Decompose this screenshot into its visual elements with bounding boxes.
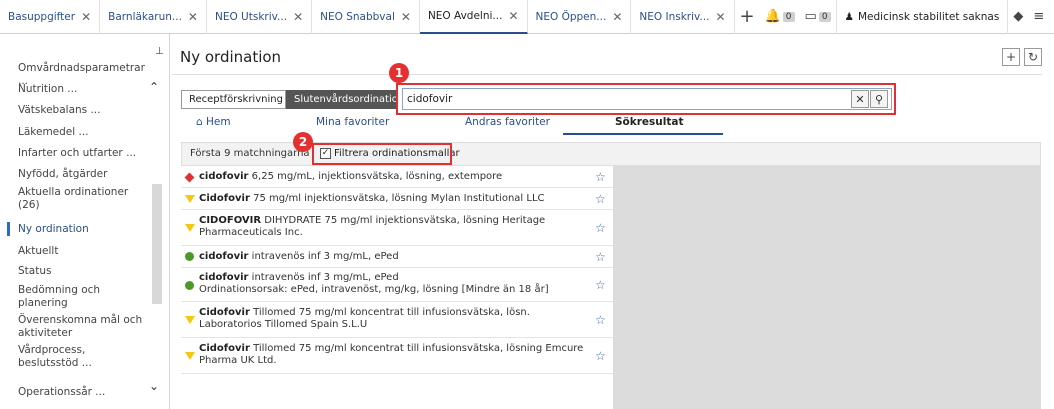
- sidebar-item-aktuella-ordinationer[interactable]: Aktuella ordinationer (26): [18, 186, 148, 212]
- active-item-marker: [7, 222, 10, 236]
- divider: [172, 74, 1042, 75]
- slutenvardsordination-button[interactable]: Slutenvårdsordination: [286, 90, 404, 109]
- star-icon[interactable]: ☆: [595, 349, 606, 363]
- refresh-icon[interactable]: ↻: [1024, 48, 1042, 66]
- close-icon[interactable]: ✕: [401, 10, 411, 24]
- tab-label: Basuppgifter: [8, 10, 76, 23]
- page-title: Ny ordination: [180, 48, 282, 66]
- close-icon[interactable]: ✕: [508, 9, 518, 23]
- star-icon[interactable]: ☆: [595, 278, 606, 292]
- status-triangle-icon: [185, 316, 195, 324]
- annotation-box-search: [396, 83, 896, 115]
- result-text: Cidofovir Tillomed 75 mg/ml koncentrat t…: [199, 307, 530, 330]
- menu-icon[interactable]: ≡: [1028, 0, 1049, 34]
- status-diamond-icon: [184, 172, 195, 183]
- sidebar-item-ny-ordination[interactable]: Ny ordination: [18, 223, 148, 236]
- list-item[interactable]: CIDOFOVIR DIHYDRATE 75 mg/ml injektionsv…: [181, 210, 613, 246]
- tab-label: NEO Utskriv...: [214, 10, 288, 23]
- annotation-box-filter: [312, 143, 452, 165]
- tag-icon[interactable]: ◆: [1008, 0, 1028, 34]
- star-icon[interactable]: ☆: [595, 250, 606, 264]
- tab-neo-oppen[interactable]: NEO Öppen... ✕: [528, 0, 632, 34]
- status-circle-icon: [185, 281, 194, 290]
- bell-icon[interactable]: 🔔 0: [760, 0, 800, 34]
- add-button[interactable]: +: [1002, 48, 1020, 66]
- star-icon[interactable]: ☆: [595, 221, 606, 235]
- sidebar-item-operationssar[interactable]: Operationssår ...: [18, 386, 148, 399]
- annotation-marker-2: 2: [293, 132, 313, 152]
- tab-neo-inskriv[interactable]: NEO Inskriv... ✕: [631, 0, 735, 34]
- close-icon[interactable]: ✕: [715, 10, 725, 24]
- inbox-count: 0: [818, 11, 831, 22]
- result-text: Cidofovir 75 mg/ml injektionsvätska, lös…: [199, 193, 545, 204]
- tab-neo-utskriv[interactable]: NEO Utskriv... ✕: [207, 0, 313, 34]
- sidebar-item-aktuellt[interactable]: Aktuellt: [18, 245, 148, 258]
- sidebar: ⊥ ⌃ Omvårdnadsparametrar ... Nutrition .…: [0, 34, 170, 409]
- tab-neo-snabbval[interactable]: NEO Snabbval ✕: [312, 0, 420, 34]
- tab-barnlakarun[interactable]: Barnläkarun... ✕: [100, 0, 207, 34]
- sidebar-item-nutrition[interactable]: Nutrition ...: [18, 83, 148, 96]
- result-text: Cidofovir Tillomed 75 mg/ml koncentrat t…: [199, 343, 584, 366]
- tab-label: NEO Öppen...: [535, 10, 607, 23]
- list-item[interactable]: Cidofovir Tillomed 75 mg/ml koncentrat t…: [181, 338, 613, 374]
- tab-sokresultat[interactable]: Sökresultat: [615, 116, 684, 128]
- detail-panel: [613, 166, 1041, 409]
- result-text: CIDOFOVIR DIHYDRATE 75 mg/ml injektionsv…: [199, 215, 546, 238]
- tab-label: NEO Snabbval: [320, 10, 395, 23]
- sidebar-scrollbar[interactable]: [152, 184, 162, 304]
- sidebar-item-nyfodd[interactable]: Nyfödd, åtgärder: [18, 168, 148, 181]
- tab-andras-favoriter[interactable]: Andras favoriter: [465, 116, 550, 128]
- tab-basuppgifter[interactable]: Basuppgifter ✕: [0, 0, 101, 34]
- tab-neo-avdelning[interactable]: NEO Avdelni... ✕: [419, 0, 528, 34]
- active-tab-underline: [563, 133, 723, 135]
- tab-hem[interactable]: ⌂ Hem: [196, 116, 231, 128]
- tab-mina-favoriter[interactable]: Mina favoriter: [316, 116, 389, 128]
- status-triangle-icon: [185, 352, 195, 360]
- sidebar-item-vardprocess[interactable]: Vårdprocess, beslutsstöd ...: [18, 344, 148, 370]
- results-list: cidofovir 6,25 mg/mL, injektionsvätska, …: [181, 166, 1041, 409]
- close-icon[interactable]: ✕: [612, 10, 622, 24]
- result-text: cidofovir intravenös inf 3 mg/mL, ePed Or…: [199, 272, 549, 295]
- list-item[interactable]: cidofovir intravenös inf 3 mg/mL, ePed Or…: [181, 268, 613, 302]
- pin-icon[interactable]: ⊥: [155, 46, 164, 57]
- sidebar-item-status[interactable]: Status: [18, 265, 148, 278]
- notification-count: 0: [782, 11, 795, 22]
- home-icon: ⌂: [196, 116, 207, 128]
- close-icon[interactable]: ✕: [188, 10, 198, 24]
- patient-warning-label: Medicinsk stabilitet saknas: [857, 10, 1000, 23]
- close-icon[interactable]: ✕: [81, 10, 91, 24]
- inbox-icon[interactable]: ▭ 0: [800, 0, 836, 34]
- status-triangle-icon: [185, 224, 195, 232]
- list-item[interactable]: cidofovir 6,25 mg/mL, injektionsvätska, …: [181, 166, 613, 188]
- tab-label: NEO Inskriv...: [639, 10, 710, 23]
- person-icon: ♟: [844, 10, 854, 23]
- status-circle-icon: [185, 252, 194, 261]
- tab-hem-label: Hem: [206, 116, 231, 128]
- sidebar-item-overenskomna-mal[interactable]: Överenskomna mål och aktiviteter: [18, 314, 148, 340]
- tab-label: NEO Avdelni...: [427, 9, 503, 22]
- result-text: cidofovir 6,25 mg/mL, injektionsvätska, …: [199, 171, 503, 182]
- add-tab-button[interactable]: +: [735, 0, 760, 34]
- list-item[interactable]: Cidofovir Tillomed 75 mg/ml koncentrat t…: [181, 302, 613, 338]
- sidebar-item-infarter[interactable]: Infarter och utfarter ...: [18, 147, 148, 160]
- annotation-marker-1: 1: [389, 63, 409, 83]
- tab-bar: Basuppgifter ✕ Barnläkarun... ✕ NEO Utskri…: [0, 0, 1054, 34]
- chevron-down-icon[interactable]: ⌄: [149, 379, 159, 393]
- tab-label: Barnläkarun...: [108, 10, 182, 23]
- match-count: Första 9 matchningarna: [190, 148, 310, 159]
- list-item[interactable]: Cidofovir 75 mg/ml injektionsvätska, lös…: [181, 188, 613, 210]
- result-text: cidofovir intravenös inf 3 mg/mL, ePed: [199, 251, 399, 262]
- star-icon[interactable]: ☆: [595, 192, 606, 206]
- sidebar-item-lakemedel[interactable]: Läkemedel ...: [18, 126, 148, 139]
- star-icon[interactable]: ☆: [595, 313, 606, 327]
- patient-warning[interactable]: ♟ Medicinsk stabilitet saknas: [835, 0, 1009, 34]
- sidebar-item-vatskebalans[interactable]: Vätskebalans ...: [18, 104, 148, 117]
- chevron-up-icon[interactable]: ⌃: [149, 80, 159, 94]
- close-icon[interactable]: ✕: [293, 10, 303, 24]
- receptforskrivning-button[interactable]: Receptförskrivning: [181, 90, 286, 109]
- sidebar-item-bedomning[interactable]: Bedömning och planering: [18, 284, 148, 310]
- list-item[interactable]: cidofovir intravenös inf 3 mg/mL, ePed ☆: [181, 246, 613, 268]
- star-icon[interactable]: ☆: [595, 170, 606, 184]
- status-triangle-icon: [185, 195, 195, 203]
